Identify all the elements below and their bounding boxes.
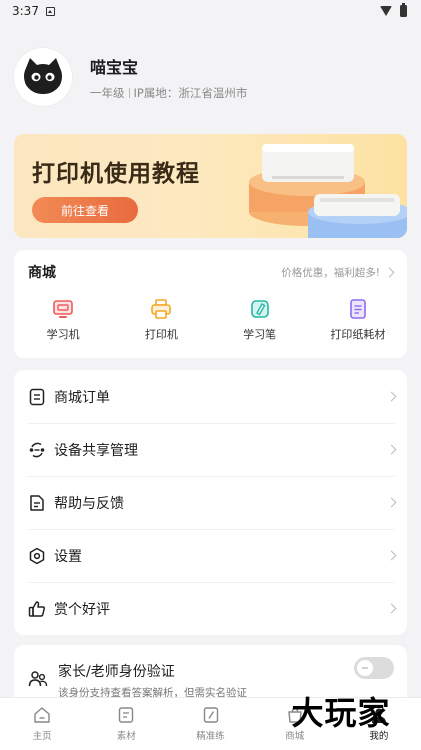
tab-material[interactable]: 素材 (84, 698, 168, 750)
menu-item-label: 赏个好评 (54, 601, 110, 618)
user-grade: 一年级 (90, 85, 125, 100)
notification-icon (45, 6, 55, 16)
user-ip-location: IP属地：浙江省温州市 (133, 85, 248, 100)
chevron-right-icon (386, 391, 397, 402)
wifi-icon (380, 6, 392, 16)
minus-icon (362, 667, 368, 669)
menu-item-rate-app[interactable]: 赏个好评 (28, 582, 397, 635)
shop-item-paper-supplies[interactable]: 打印纸耗材 (309, 298, 407, 342)
user-meta: 一年级 IP属地：浙江省温州市 (90, 85, 247, 101)
paper-supplies-icon (350, 299, 366, 319)
menu-card: 商城订单 设备共享管理 帮助与反馈 设置 赏个好评 (14, 370, 407, 635)
shop-item-label: 学习机 (46, 328, 80, 341)
shop-header[interactable]: 商城 价格优惠，福利超多! (28, 262, 395, 282)
chevron-right-icon (384, 267, 395, 277)
verify-title: 家长/老师身份验证 (58, 664, 175, 680)
shop-item-label: 打印纸耗材 (330, 328, 386, 341)
banner-view-button[interactable]: 前往查看 (32, 197, 138, 223)
shop-item-label: 学习笔 (243, 328, 277, 341)
verify-toggle[interactable] (354, 657, 394, 679)
parent-teacher-icon (28, 671, 48, 687)
shop-item-learning-machine[interactable]: 学习机 (14, 298, 112, 342)
shop-item-learning-pen[interactable]: 学习笔 (211, 298, 309, 342)
menu-item-device-share[interactable]: 设备共享管理 (28, 423, 397, 476)
menu-item-label: 帮助与反馈 (54, 495, 124, 512)
chevron-right-icon (386, 497, 397, 508)
user-name: 喵宝宝 (90, 57, 139, 77)
practice-icon (203, 707, 218, 723)
cat-avatar-icon (24, 58, 62, 94)
menu-item-settings[interactable]: 设置 (28, 529, 397, 582)
menu-item-label: 商城订单 (54, 389, 110, 406)
menu-item-help-feedback[interactable]: 帮助与反馈 (28, 476, 397, 529)
tab-label: 精准练 (196, 731, 225, 742)
tab-home[interactable]: 主页 (0, 698, 84, 750)
status-time: 3:37 (12, 4, 39, 18)
battery-icon (400, 3, 407, 17)
avatar[interactable] (14, 48, 72, 106)
tab-label: 素材 (116, 731, 136, 742)
tab-practice[interactable]: 精准练 (168, 698, 252, 750)
shop-item-label: 打印机 (144, 328, 178, 341)
printer-icon (151, 299, 172, 319)
watermark: 大玩家 (291, 694, 391, 732)
device-share-icon (29, 442, 45, 457)
menu-item-orders[interactable]: 商城订单 (28, 370, 397, 423)
printer-illustration-icon (249, 144, 407, 238)
home-icon (34, 707, 50, 723)
menu-item-label: 设置 (54, 548, 82, 565)
shop-promo: 价格优惠，福利超多! (281, 266, 380, 279)
chevron-right-icon (386, 603, 397, 614)
status-bar: 3:37 (0, 0, 421, 22)
thumbs-up-icon (28, 600, 45, 617)
help-feedback-icon (30, 494, 44, 511)
chevron-right-icon (386, 550, 397, 561)
learning-pen-icon (250, 300, 269, 318)
shop-item-printer[interactable]: 打印机 (112, 298, 210, 342)
toggle-knob (357, 660, 373, 676)
shop-title: 商城 (28, 265, 56, 281)
meta-divider (128, 87, 130, 98)
profile-header[interactable]: 喵宝宝 一年级 IP属地：浙江省温州市 (14, 46, 414, 108)
learning-machine-icon (53, 300, 73, 318)
shop-card: 商城 价格优惠，福利超多! 学习机 打印机 学习笔 打印纸耗材 (14, 250, 407, 358)
order-icon (29, 388, 45, 405)
printer-tutorial-banner[interactable]: 打印机使用教程 前往查看 (14, 134, 407, 238)
material-icon (119, 707, 134, 723)
menu-item-label: 设备共享管理 (54, 442, 138, 459)
settings-icon (29, 547, 45, 564)
tab-label: 主页 (32, 731, 52, 742)
chevron-right-icon (386, 444, 397, 455)
banner-title: 打印机使用教程 (32, 161, 200, 187)
